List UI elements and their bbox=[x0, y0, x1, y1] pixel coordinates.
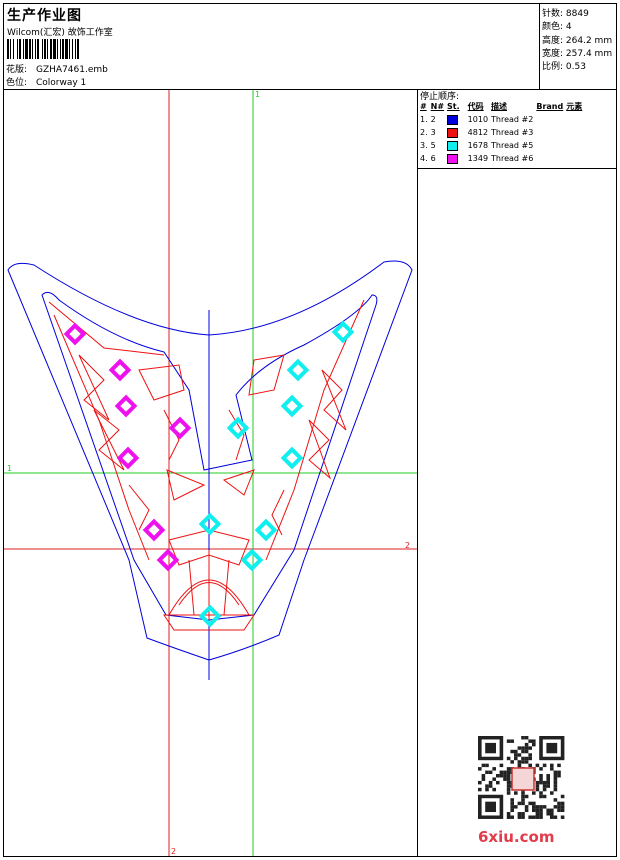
color-swatch bbox=[447, 153, 459, 164]
guide-label-red-h: 2 bbox=[405, 541, 410, 550]
guide-label-green-v: 1 bbox=[255, 90, 260, 99]
design-file-row: 花版: GZHA7461.emb bbox=[6, 62, 108, 75]
barcode bbox=[7, 39, 79, 59]
software-subtitle: Wilcom(汇宏) 故饰工作室 bbox=[7, 28, 113, 38]
stat-scale: 比例: 0.53 bbox=[542, 62, 586, 72]
page-title: 生产作业图 bbox=[7, 8, 82, 24]
colorway-label: 色位: bbox=[6, 78, 28, 88]
table-row: 2. 3 4812 Thread #3 bbox=[420, 127, 534, 138]
stats-panel: 针数: 8849 颜色: 4 高度: 264.2 mm 宽度: 257.4 mm… bbox=[540, 3, 617, 90]
red-detail-pattern bbox=[48, 299, 365, 631]
stat-colors: 颜色: 4 bbox=[542, 22, 572, 32]
colorway-row: 色位: Colorway 1 bbox=[6, 75, 86, 88]
stop-sequence-panel: 停止顺序: # N# St. 代码 描述 Brand 元素 1. 2 1010 … bbox=[418, 89, 617, 169]
color-swatch bbox=[447, 140, 459, 151]
guide-label-green-h: 1 bbox=[7, 464, 12, 473]
colorway-value: Colorway 1 bbox=[36, 78, 87, 88]
thread-table-header: # N# St. 代码 描述 Brand 元素 bbox=[420, 102, 583, 111]
color-swatch bbox=[447, 127, 459, 138]
qr-seal bbox=[511, 767, 535, 791]
header-info: 生产作业图 Wilcom(汇宏) 故饰工作室 花版: GZHA7461.emb 色… bbox=[3, 3, 540, 90]
stat-width: 宽度: 257.4 mm bbox=[542, 49, 613, 59]
table-row: 4. 6 1349 Thread #6 bbox=[420, 153, 534, 164]
watermark-logo: 6xiu.com bbox=[478, 828, 555, 846]
thread-table: # N# St. 代码 描述 Brand 元素 1. 2 1010 Thread… bbox=[420, 100, 585, 165]
design-file-value: GZHA7461.emb bbox=[36, 65, 108, 75]
table-row: 3. 5 1678 Thread #5 bbox=[420, 140, 534, 151]
table-row: 1. 2 1010 Thread #2 bbox=[420, 114, 534, 125]
stat-height: 高度: 264.2 mm bbox=[542, 36, 613, 46]
guide-label-red-v: 2 bbox=[171, 847, 176, 856]
stat-stitches: 针数: 8849 bbox=[542, 9, 589, 19]
color-swatch bbox=[447, 114, 459, 125]
embroidery-drawing: 1 1 2 2 bbox=[4, 90, 417, 856]
outer-outline bbox=[7, 260, 413, 661]
design-file-label: 花版: bbox=[6, 65, 28, 75]
qr-code bbox=[478, 736, 568, 822]
